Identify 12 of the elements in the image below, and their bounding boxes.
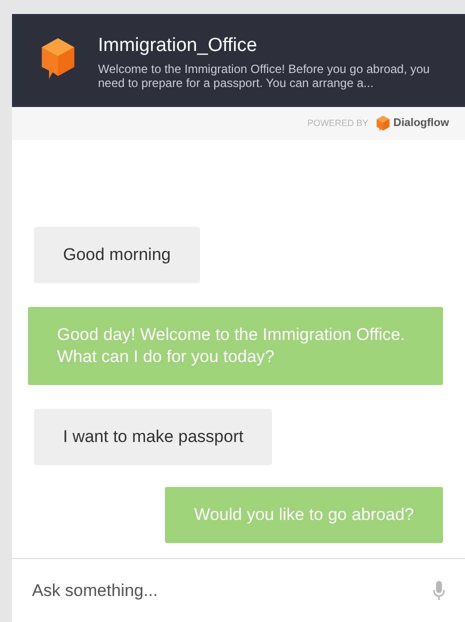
brand-name: Dialogflow [393, 116, 449, 132]
agent-message: Would you like to go abroad? [165, 487, 443, 543]
chat-title: Immigration_Office [98, 34, 258, 58]
agent-message: Good day! Welcome to the Immigration Office. What can I do for you today? [28, 307, 443, 385]
user-message: Good morning [34, 227, 200, 283]
user-message: I want to make passport [34, 409, 272, 465]
brand-logo-icon [376, 115, 390, 132]
chat-description: Welcome to the Immigration Office! Before you go abroad, you need to prepare for a passport. You can arrange a... [98, 62, 431, 90]
microphone-icon[interactable] [433, 580, 445, 600]
message-input[interactable]: Ask something... [32, 578, 433, 604]
powered-by-label: POWERED BY [307, 116, 368, 130]
chat-bubble-cube-icon [40, 36, 76, 80]
